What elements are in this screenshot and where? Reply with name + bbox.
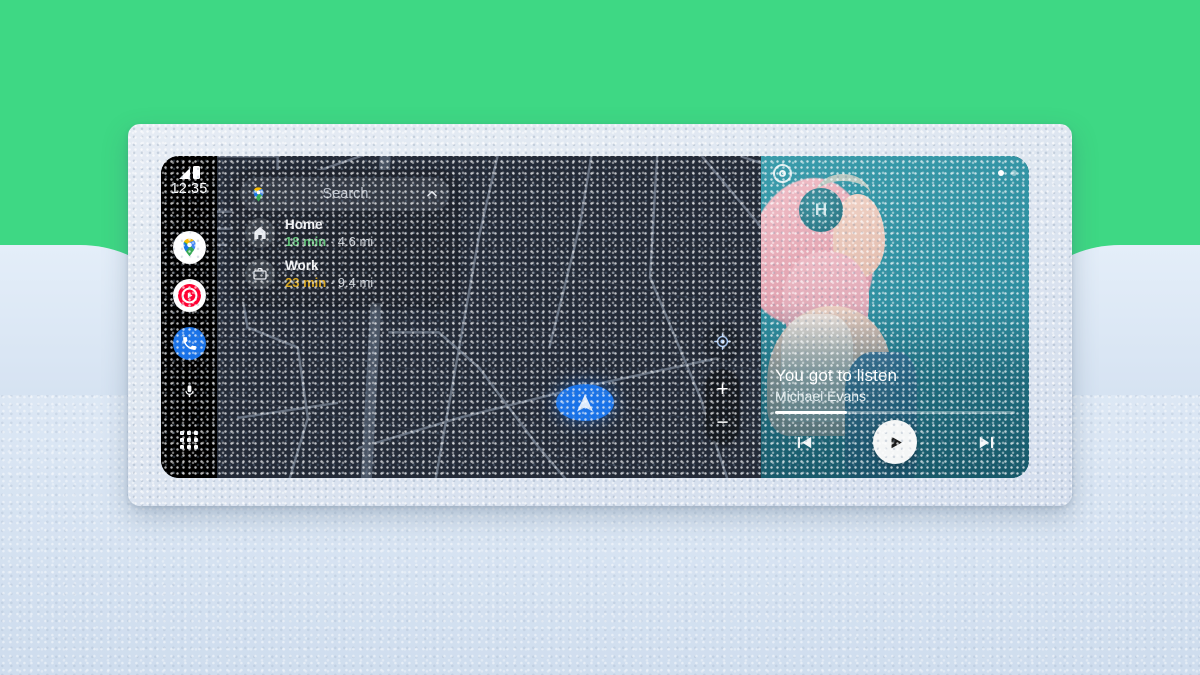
sidebar-item-mic[interactable] [173, 375, 206, 408]
track-artist: Michael Evans [775, 388, 867, 404]
phone-icon [182, 337, 196, 350]
android-auto-dashboard-scene: 12:35 Search Home 18 min · 4.6 mi Work 2… [0, 0, 1200, 675]
search-placeholder-label: Search [322, 186, 369, 202]
status-bar [178, 164, 200, 179]
page-dot-active[interactable] [998, 170, 1004, 176]
recenter-location-icon [714, 333, 731, 350]
page-dot[interactable] [1011, 170, 1017, 176]
play-icon [891, 436, 902, 448]
sidebar-app-list [172, 231, 206, 456]
next-track-button[interactable] [969, 425, 1003, 459]
recenter-button[interactable] [706, 325, 739, 358]
page-indicator-dots [998, 170, 1017, 176]
destination-distance: 4.6 mi [337, 234, 374, 249]
youtube-music-icon [177, 284, 201, 307]
media-panel[interactable]: H You got to listen Michael Evans [761, 156, 1029, 478]
sidebar-item-phone[interactable] [172, 327, 206, 360]
home-icon [245, 218, 275, 249]
destination-eta-line: 18 min · 4.6 mi [285, 234, 373, 251]
media-metadata: You got to listen Michael Evans [775, 366, 1015, 404]
destination-separator: · [329, 274, 335, 290]
play-button[interactable] [873, 420, 917, 464]
map-zoom-controls: + − [706, 369, 739, 443]
briefcase-icon [245, 259, 275, 290]
search-card: Search Home 18 min · 4.6 mi Work 23 min … [233, 170, 457, 303]
skip-previous-icon [797, 436, 811, 448]
track-title: You got to listen [775, 365, 898, 385]
car-display-screen: 12:35 Search Home 18 min · 4.6 mi Work 2… [161, 156, 1029, 478]
clock-label: 12:35 [170, 181, 208, 197]
skip-next-icon [979, 436, 993, 448]
map-panel[interactable]: Search Home 18 min · 4.6 mi Work 23 min … [217, 156, 761, 478]
destination-eta: 23 min [285, 274, 327, 290]
destination-row-work[interactable]: Work 23 min · 9.4 mi [240, 252, 450, 293]
sidebar-item-apps[interactable] [173, 423, 206, 456]
arrow-glyph [576, 393, 594, 412]
destination-eta: 18 min [285, 234, 327, 249]
app-grid-icon [180, 430, 198, 449]
playback-controls [761, 416, 1029, 468]
destination-distance: 9.4 mi [337, 274, 374, 290]
google-maps-pin-icon [253, 186, 264, 202]
progress-bar-fill [775, 411, 847, 414]
destination-name: Work [285, 257, 319, 273]
zoom-in-button[interactable]: + [706, 373, 739, 406]
google-maps-icon [182, 238, 196, 257]
progress-bar[interactable] [775, 411, 1015, 414]
media-app-icon[interactable] [773, 163, 792, 183]
previous-track-button[interactable] [787, 425, 821, 459]
destination-separator: · [329, 234, 335, 249]
signal-bars-icon [178, 168, 190, 179]
sidebar-item-maps[interactable] [172, 231, 206, 264]
sidebar-item-music[interactable] [172, 279, 206, 312]
zoom-out-button[interactable]: − [706, 406, 739, 439]
destination-name: Home [285, 217, 323, 232]
display-bezel: 12:35 Search Home 18 min · 4.6 mi Work 2… [128, 124, 1072, 506]
system-sidebar: 12:35 [161, 156, 217, 478]
navigation-arrow-icon [556, 384, 614, 421]
destination-eta-line: 23 min · 9.4 mi [285, 275, 373, 292]
battery-icon [192, 166, 200, 179]
destination-row-home[interactable]: Home 18 min · 4.6 mi [240, 211, 450, 252]
media-topbar [761, 156, 1029, 190]
chevron-up-icon[interactable] [424, 186, 440, 202]
search-input[interactable]: Search [240, 177, 450, 211]
microphone-icon [184, 385, 194, 398]
